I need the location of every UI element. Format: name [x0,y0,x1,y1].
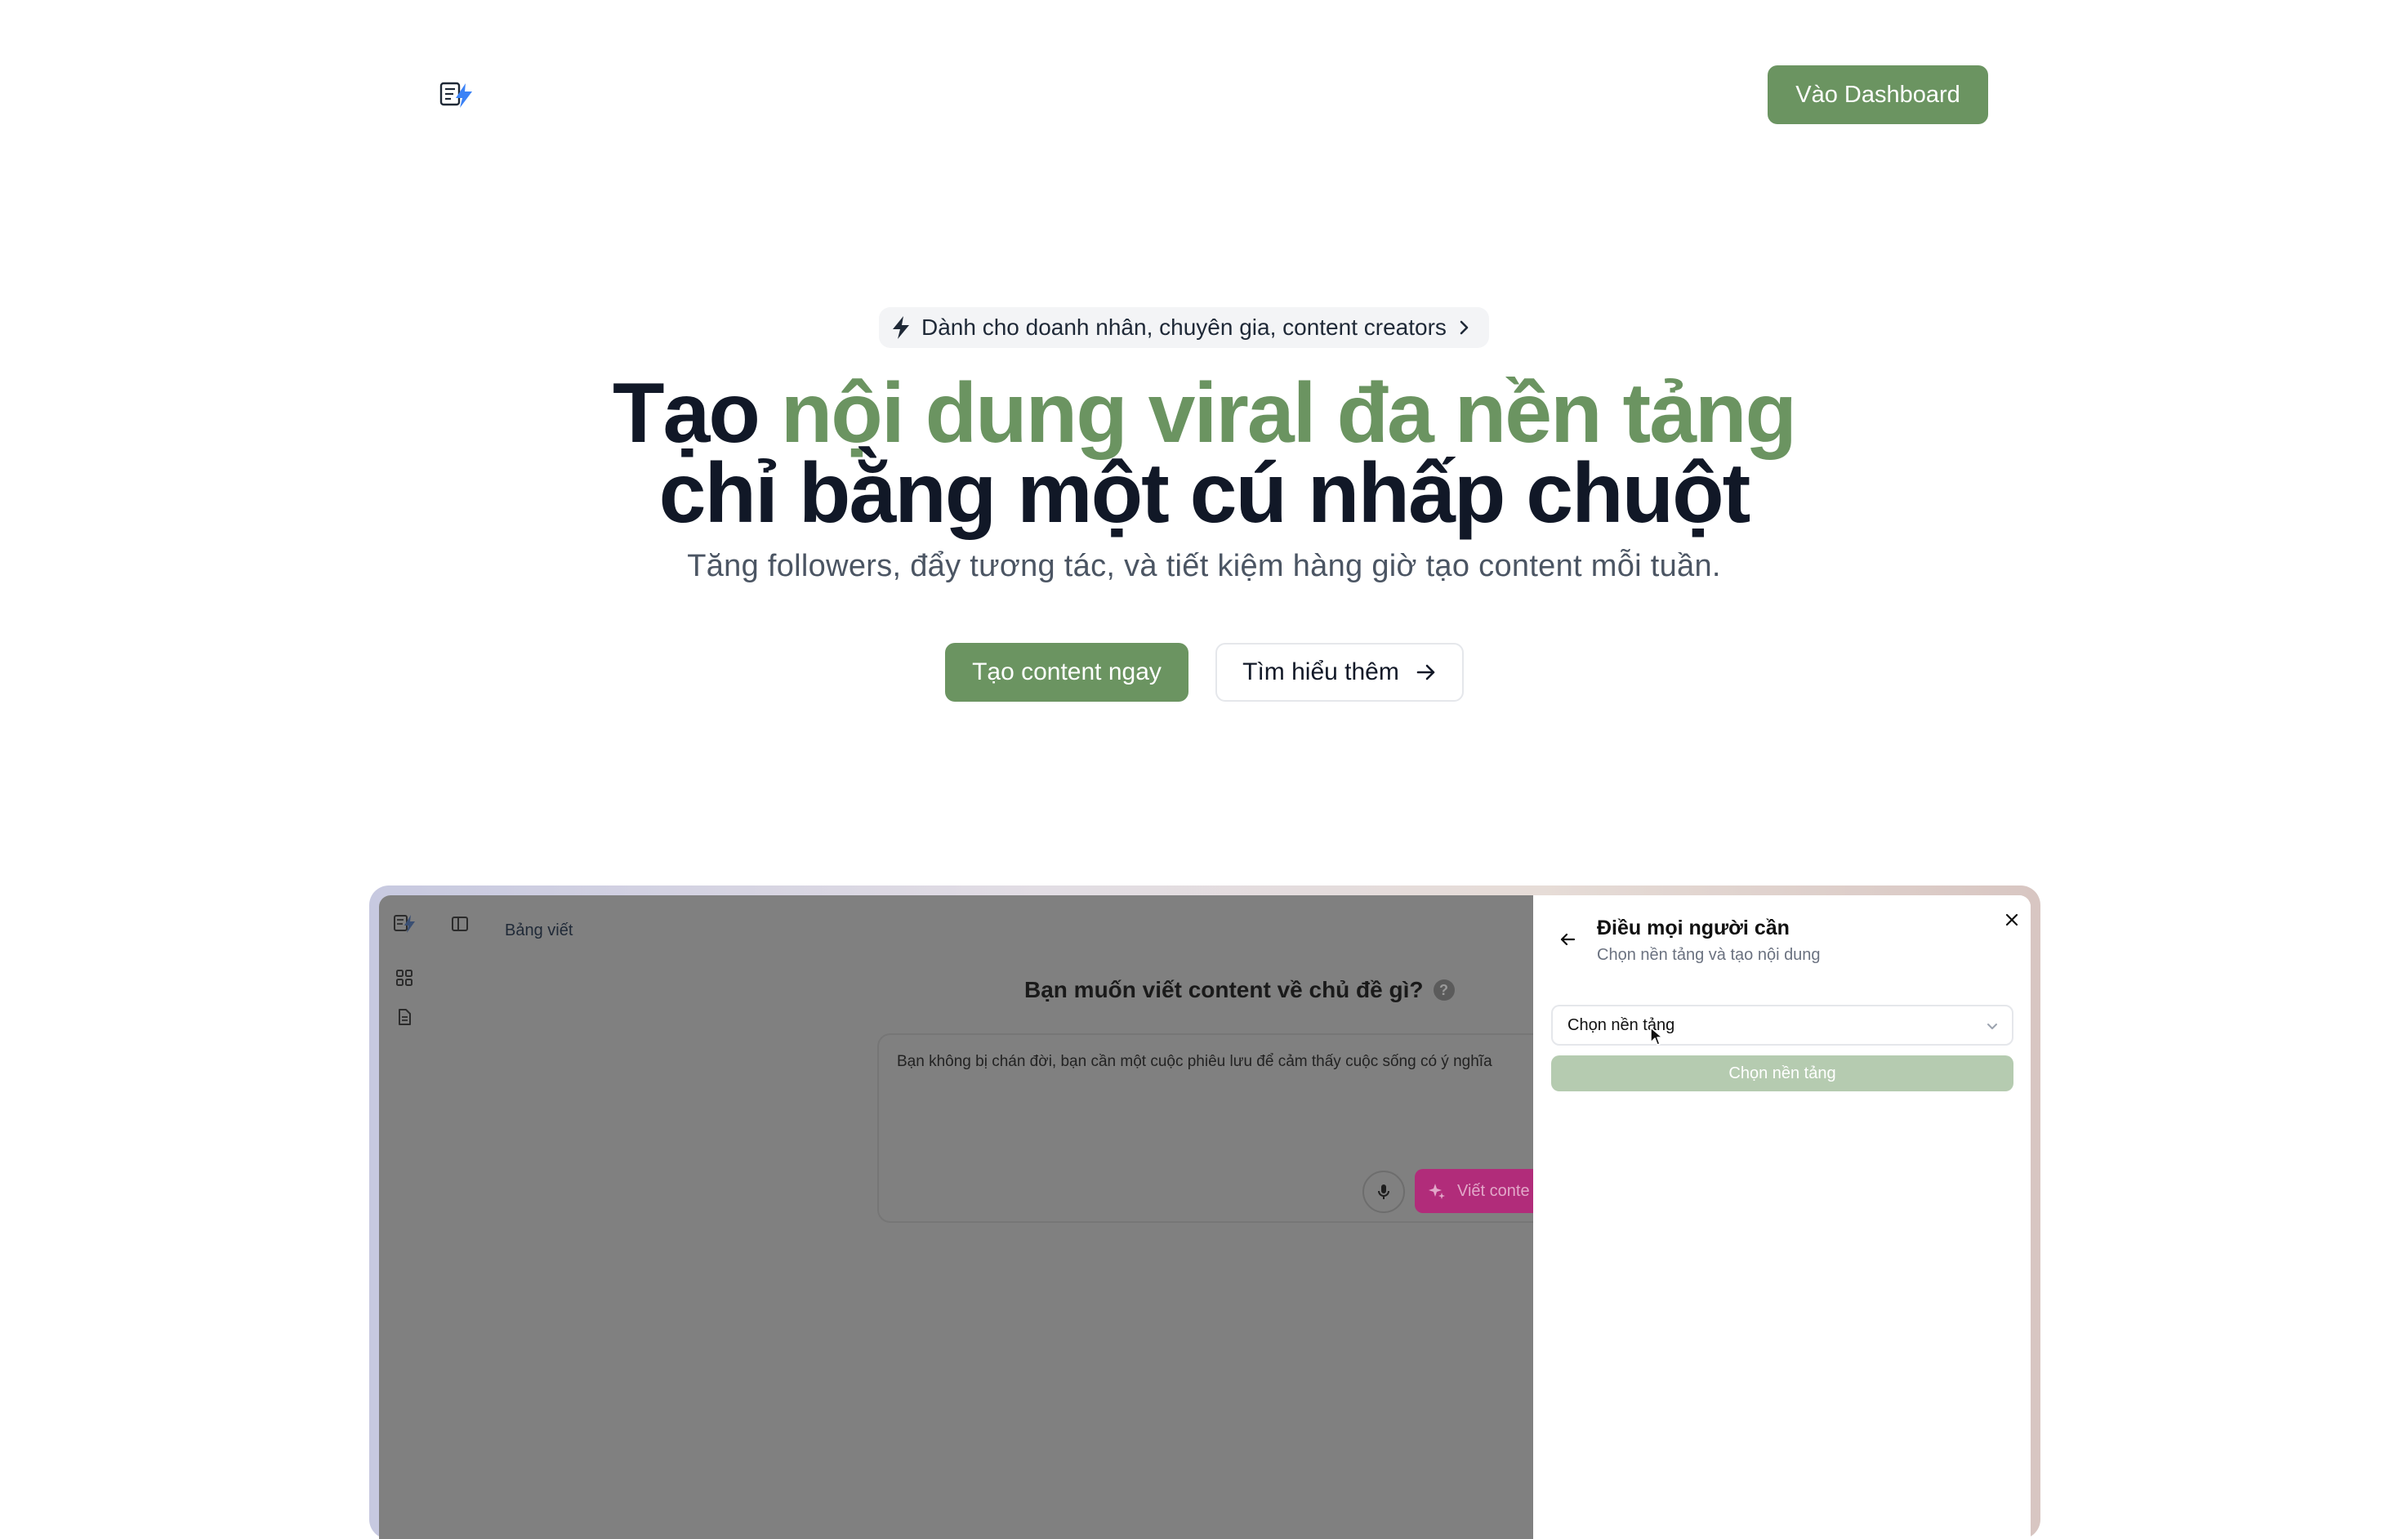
sparkle-icon [1429,1184,1445,1199]
microphone-button[interactable] [1362,1171,1405,1213]
document-icon[interactable] [395,1008,413,1026]
app-preview-frame: Bảng viết Bạn muốn viết content về chủ đ… [369,885,2040,1539]
sidebar-toggle-icon[interactable] [451,915,469,933]
hero-title-line-1: Tạo nội dung viral đa nền tảng [0,371,2408,456]
help-icon[interactable]: ? [1433,979,1455,1001]
bolt-icon [893,316,909,339]
hero-subtitle: Tăng followers, đẩy tương tác, và tiết k… [687,549,1721,583]
microphone-icon [1378,1184,1389,1199]
dashboard-button[interactable]: Vào Dashboard [1768,65,1988,124]
learn-more-label: Tìm hiểu thêm [1242,658,1399,685]
choose-platform-button[interactable]: Chọn nền tảng [1551,1055,2013,1091]
prompt-text: Bạn không bị chán đời, bạn cần một cuộc … [897,1053,1492,1070]
question-heading: Bạn muốn viết content về chủ đề gì? ? [1024,977,1455,1003]
audience-badge[interactable]: Dành cho doanh nhân, chuyên gia, content… [879,307,1489,348]
breadcrumb: Bảng viết [505,921,573,939]
question-text: Bạn muốn viết content về chủ đề gì? [1024,977,1424,1002]
close-icon[interactable] [2002,910,2022,930]
platform-side-panel: Điều mọi người cần Chọn nền tảng và tạo … [1533,895,2031,1539]
chevron-right-icon [1460,320,1469,335]
panel-title: Điều mọi người cần [1597,917,1790,939]
prompt-textarea[interactable]: Bạn không bị chán đời, bạn cần một cuộc … [877,1033,1619,1223]
app-preview-screen: Bảng viết Bạn muốn viết content về chủ đ… [379,895,2031,1539]
grid-icon[interactable] [395,969,413,987]
panel-subtitle: Chọn nền tảng và tạo nội dung [1597,946,1821,964]
write-content-label: Viết conte [1457,1181,1530,1200]
back-arrow-icon[interactable] [1558,930,1577,949]
badge-text: Dành cho doanh nhân, chuyên gia, content… [921,314,1447,340]
mouse-cursor-icon [1650,1027,1663,1046]
chevron-down-icon [1987,1024,1997,1029]
learn-more-button[interactable]: Tìm hiểu thêm [1215,643,1464,702]
arrow-right-icon [1416,664,1435,680]
app-logo-icon [394,915,415,933]
hero-title-line-2: chỉ bằng một cú nhấp chuột [658,446,1751,541]
create-content-button[interactable]: Tạo content ngay [945,643,1188,702]
app-workspace-dimmed: Bảng viết Bạn muốn viết content về chủ đ… [379,895,1619,1539]
logo-icon[interactable] [439,80,475,109]
platform-select[interactable]: Chọn nền tảng [1551,1005,2013,1046]
